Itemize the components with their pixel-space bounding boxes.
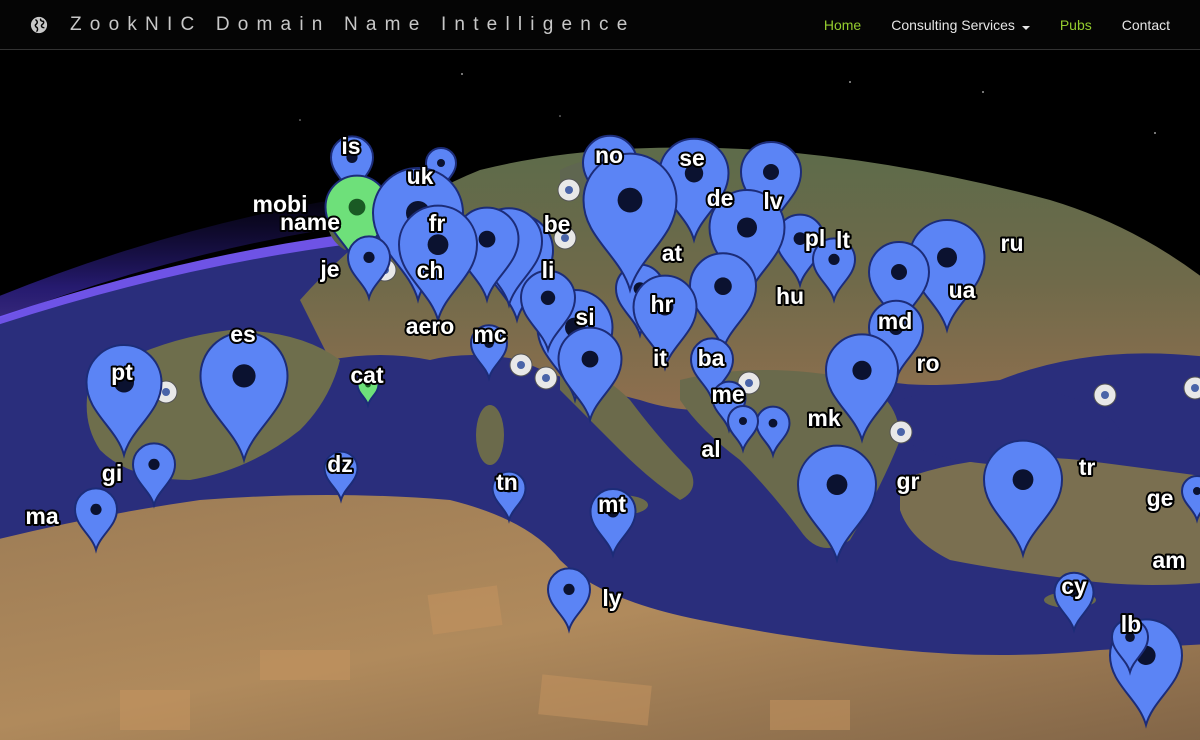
marker-label-se[interactable]: se: [677, 143, 707, 173]
marker-label-es[interactable]: es: [228, 319, 258, 349]
placemark-ring-center: [542, 374, 550, 382]
marker-label-fr[interactable]: fr: [427, 208, 448, 238]
nav-consulting-label: Consulting Services: [891, 17, 1015, 33]
nav-pubs-link[interactable]: Pubs: [1060, 17, 1092, 33]
navbar: ZookNIC Domain Name Intelligence Home Co…: [0, 0, 1200, 50]
marker-label-pt[interactable]: pt: [109, 357, 135, 387]
placemark-ring-center: [897, 428, 905, 436]
marker-label-ch[interactable]: ch: [415, 255, 446, 285]
marker-label-me[interactable]: me: [709, 379, 746, 409]
marker-label-gr[interactable]: gr: [895, 466, 922, 496]
placemark-ring-center: [1191, 384, 1199, 392]
marker-label-pl[interactable]: pl: [803, 223, 827, 253]
hero-map: is uk mobi name fr be no se de lv ru pl lt je ch li at hu…: [0, 50, 1200, 740]
marker-label-mt[interactable]: mt: [596, 489, 628, 519]
marker-label-name[interactable]: name: [278, 207, 342, 237]
main-nav: Home Consulting Services Pubs Contact: [824, 0, 1200, 50]
placemark-ring-center: [162, 388, 170, 396]
marker-label-md[interactable]: md: [876, 306, 915, 336]
marker-label-tn[interactable]: tn: [494, 467, 520, 497]
marker-label-hr[interactable]: hr: [649, 289, 676, 319]
marker-label-at[interactable]: at: [660, 238, 685, 268]
marker-label-je[interactable]: je: [317, 254, 341, 284]
marker-label-ba[interactable]: ba: [696, 343, 727, 373]
caret-down-icon: [1021, 26, 1030, 30]
marker-label-ua[interactable]: ua: [947, 275, 978, 305]
placemark-ring-center: [517, 361, 525, 369]
marker-label-am[interactable]: am: [1150, 545, 1187, 575]
marker-label-cy[interactable]: cy: [1059, 571, 1089, 601]
brand-title: ZookNIC Domain Name Intelligence: [70, 14, 636, 35]
nav-consulting-dropdown[interactable]: Consulting Services: [891, 17, 1030, 33]
marker-label-al[interactable]: al: [699, 434, 722, 464]
marker-label-be[interactable]: be: [542, 209, 573, 239]
marker-label-uk[interactable]: uk: [405, 161, 436, 191]
marker-label-tr[interactable]: tr: [1077, 452, 1098, 482]
earth-map: isukmobiname fr beno sede lvrupl ltje ch liathu…: [0, 50, 1200, 740]
marker-label-ly[interactable]: ly: [600, 583, 623, 613]
marker-label-ge[interactable]: ge: [1145, 483, 1176, 513]
marker-label-ro[interactable]: ro: [915, 348, 942, 378]
marker-label-no[interactable]: no: [593, 140, 625, 170]
marker-label-li[interactable]: li: [540, 255, 557, 285]
marker-label-si[interactable]: si: [573, 302, 596, 332]
marker-label-cat[interactable]: cat: [348, 360, 386, 390]
marker-label-ru[interactable]: ru: [999, 228, 1026, 258]
marker-label-lt[interactable]: lt: [834, 225, 852, 255]
marker-label-aero[interactable]: aero: [404, 311, 457, 341]
marker-label-lb[interactable]: lb: [1119, 609, 1143, 639]
placemark-ring-center: [1101, 391, 1109, 399]
marker-label-lv[interactable]: lv: [761, 186, 784, 216]
marker-label-mk[interactable]: mk: [805, 403, 842, 433]
nav-home-link[interactable]: Home: [824, 17, 861, 33]
nav-contact-link[interactable]: Contact: [1122, 17, 1170, 33]
placemark-ring-center: [565, 186, 573, 194]
marker-label-mc[interactable]: mc: [471, 319, 508, 349]
brand[interactable]: ZookNIC Domain Name Intelligence: [30, 0, 635, 50]
marker-label-dz[interactable]: dz: [325, 449, 355, 479]
placemark-ring-center: [745, 379, 753, 387]
marker-label-de[interactable]: de: [705, 183, 736, 213]
marker-label-hu[interactable]: hu: [774, 281, 806, 311]
marker-label-it[interactable]: it: [651, 343, 669, 373]
globe-icon: [30, 16, 48, 34]
marker-label-is[interactable]: is: [339, 131, 362, 161]
marker-label-ma[interactable]: ma: [23, 501, 60, 531]
marker-label-gi[interactable]: gi: [100, 458, 124, 488]
